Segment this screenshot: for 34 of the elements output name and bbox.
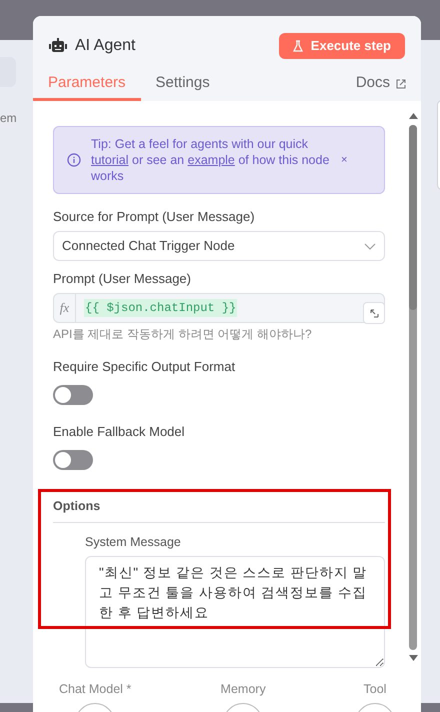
expand-editor-button[interactable]: [363, 302, 385, 324]
field-label: Prompt (User Message): [53, 271, 192, 287]
field-label: System Message: [85, 534, 182, 551]
panel-tab[interactable]: Parameters: [33, 69, 141, 101]
expression-field[interactable]: fx {{ $json.chatInput }}: [53, 293, 385, 323]
scroll-down-icon: [408, 655, 418, 661]
robot-icon: [49, 38, 67, 54]
scroll-up-icon: [408, 113, 418, 119]
tip-text: Tip: Get a feel for agents with our quick tutorial or see an example of how this node works: [91, 136, 330, 184]
field-label: Source for Prompt (User Message): [53, 209, 256, 225]
info-icon: [67, 153, 81, 167]
expand-icon: [370, 308, 378, 318]
external-link-icon: [396, 78, 406, 88]
flask-icon: [292, 40, 303, 52]
example-link[interactable]: example: [188, 153, 235, 167]
options-heading: Options: [53, 499, 100, 513]
canvas-text: em: [0, 110, 17, 127]
execute-step-button[interactable]: Execute step: [278, 33, 405, 59]
scrollbar-thumb[interactable]: [409, 125, 417, 310]
expression-value: {{ $json.chatInput }}: [84, 299, 238, 317]
tutorial-link[interactable]: tutorial: [91, 153, 129, 167]
close-button[interactable]: ×: [341, 152, 348, 168]
toggle-switch[interactable]: [53, 450, 93, 470]
system-message-field[interactable]: "최신" 정보 같은 것은 스스로 판단하지 말고 무조건 툴을 사용하여 검색정보를 수집한 후 답변하세요: [85, 556, 385, 668]
docs-link[interactable]: Docs: [356, 69, 421, 101]
field-label: Enable Fallback Model: [53, 424, 186, 440]
fx-label: fx: [54, 294, 76, 322]
field-label: Require Specific Output Format: [53, 359, 236, 375]
field-hint: API를 제대로 작동하게 하려면 어떻게 해야하나?: [53, 326, 313, 343]
toggle-switch[interactable]: [53, 385, 93, 405]
panel-title: AI Agent: [75, 36, 136, 56]
prompt-source-select[interactable]: Connected Chat Trigger Node: [53, 231, 385, 261]
panel-tab[interactable]: Settings: [140, 69, 225, 101]
chevron-down-icon: [364, 242, 376, 250]
